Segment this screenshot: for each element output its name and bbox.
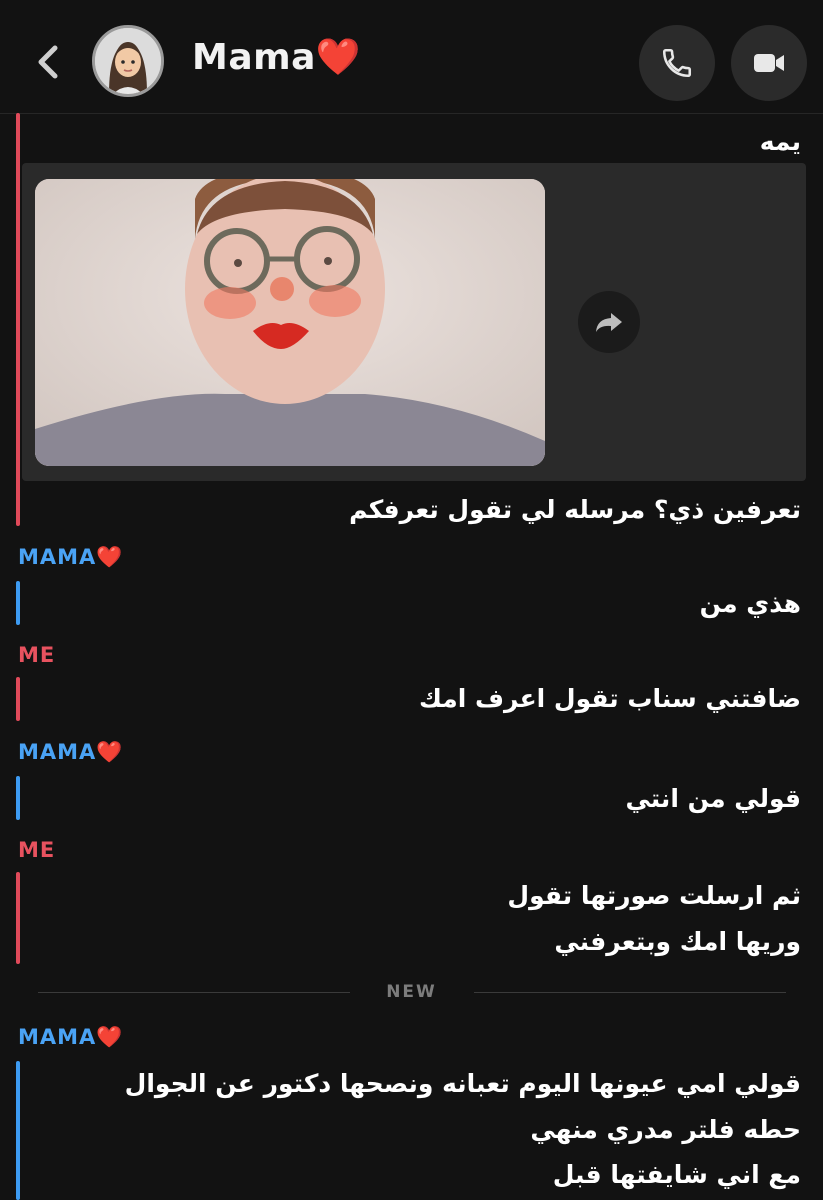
sender-label: MAMA❤️ bbox=[18, 1025, 124, 1049]
divider-line bbox=[38, 992, 350, 993]
shared-photo[interactable] bbox=[35, 179, 545, 466]
message-text: هذي من bbox=[699, 589, 801, 618]
chevron-left-icon bbox=[38, 45, 58, 79]
message-text: مع اني شايفتها قبل bbox=[552, 1160, 801, 1189]
phone-icon bbox=[662, 48, 692, 78]
contact-name[interactable]: Mama❤️ bbox=[192, 36, 361, 78]
bitmoji-avatar bbox=[95, 28, 161, 94]
photo-image bbox=[35, 179, 545, 466]
sender-label: ME bbox=[18, 643, 56, 667]
message-text: حطه فلتر مدري منهي bbox=[530, 1115, 801, 1144]
message-text: تعرفين ذي؟ مرسله لي تقول تعرفكم bbox=[349, 495, 801, 524]
message-text: وريها امك وبتعرفني bbox=[554, 927, 801, 956]
sender-label: ME bbox=[18, 838, 56, 862]
sender-label: MAMA❤️ bbox=[18, 740, 124, 764]
sender-label: MAMA❤️ bbox=[18, 545, 124, 569]
back-button[interactable] bbox=[30, 40, 70, 84]
message-bar-mama bbox=[16, 581, 20, 625]
message-text: ثم ارسلت صورتها تقول bbox=[507, 881, 801, 910]
message-text: قولي امي عيونها اليوم تعبانه ونصحها دكتو… bbox=[124, 1069, 801, 1098]
new-messages-divider: NEW bbox=[386, 982, 437, 1002]
message-text: قولي من انتي bbox=[625, 784, 801, 813]
chat-header: Mama❤️ bbox=[0, 0, 823, 114]
forward-arrow-icon bbox=[596, 313, 622, 332]
message-bar-me bbox=[16, 872, 20, 964]
call-button[interactable] bbox=[639, 25, 715, 101]
avatar[interactable] bbox=[92, 25, 164, 97]
video-camera-icon bbox=[754, 54, 784, 72]
message-bar-me bbox=[16, 113, 20, 526]
forward-button[interactable] bbox=[578, 291, 640, 353]
video-call-button[interactable] bbox=[731, 25, 807, 101]
message-text: ضافتني سناب تقول اعرف امك bbox=[418, 684, 801, 713]
message-text: يمه bbox=[759, 127, 801, 156]
message-bar-mama bbox=[16, 776, 20, 820]
message-bar-me bbox=[16, 677, 20, 721]
message-bar-mama bbox=[16, 1061, 20, 1200]
divider-line bbox=[474, 992, 786, 993]
